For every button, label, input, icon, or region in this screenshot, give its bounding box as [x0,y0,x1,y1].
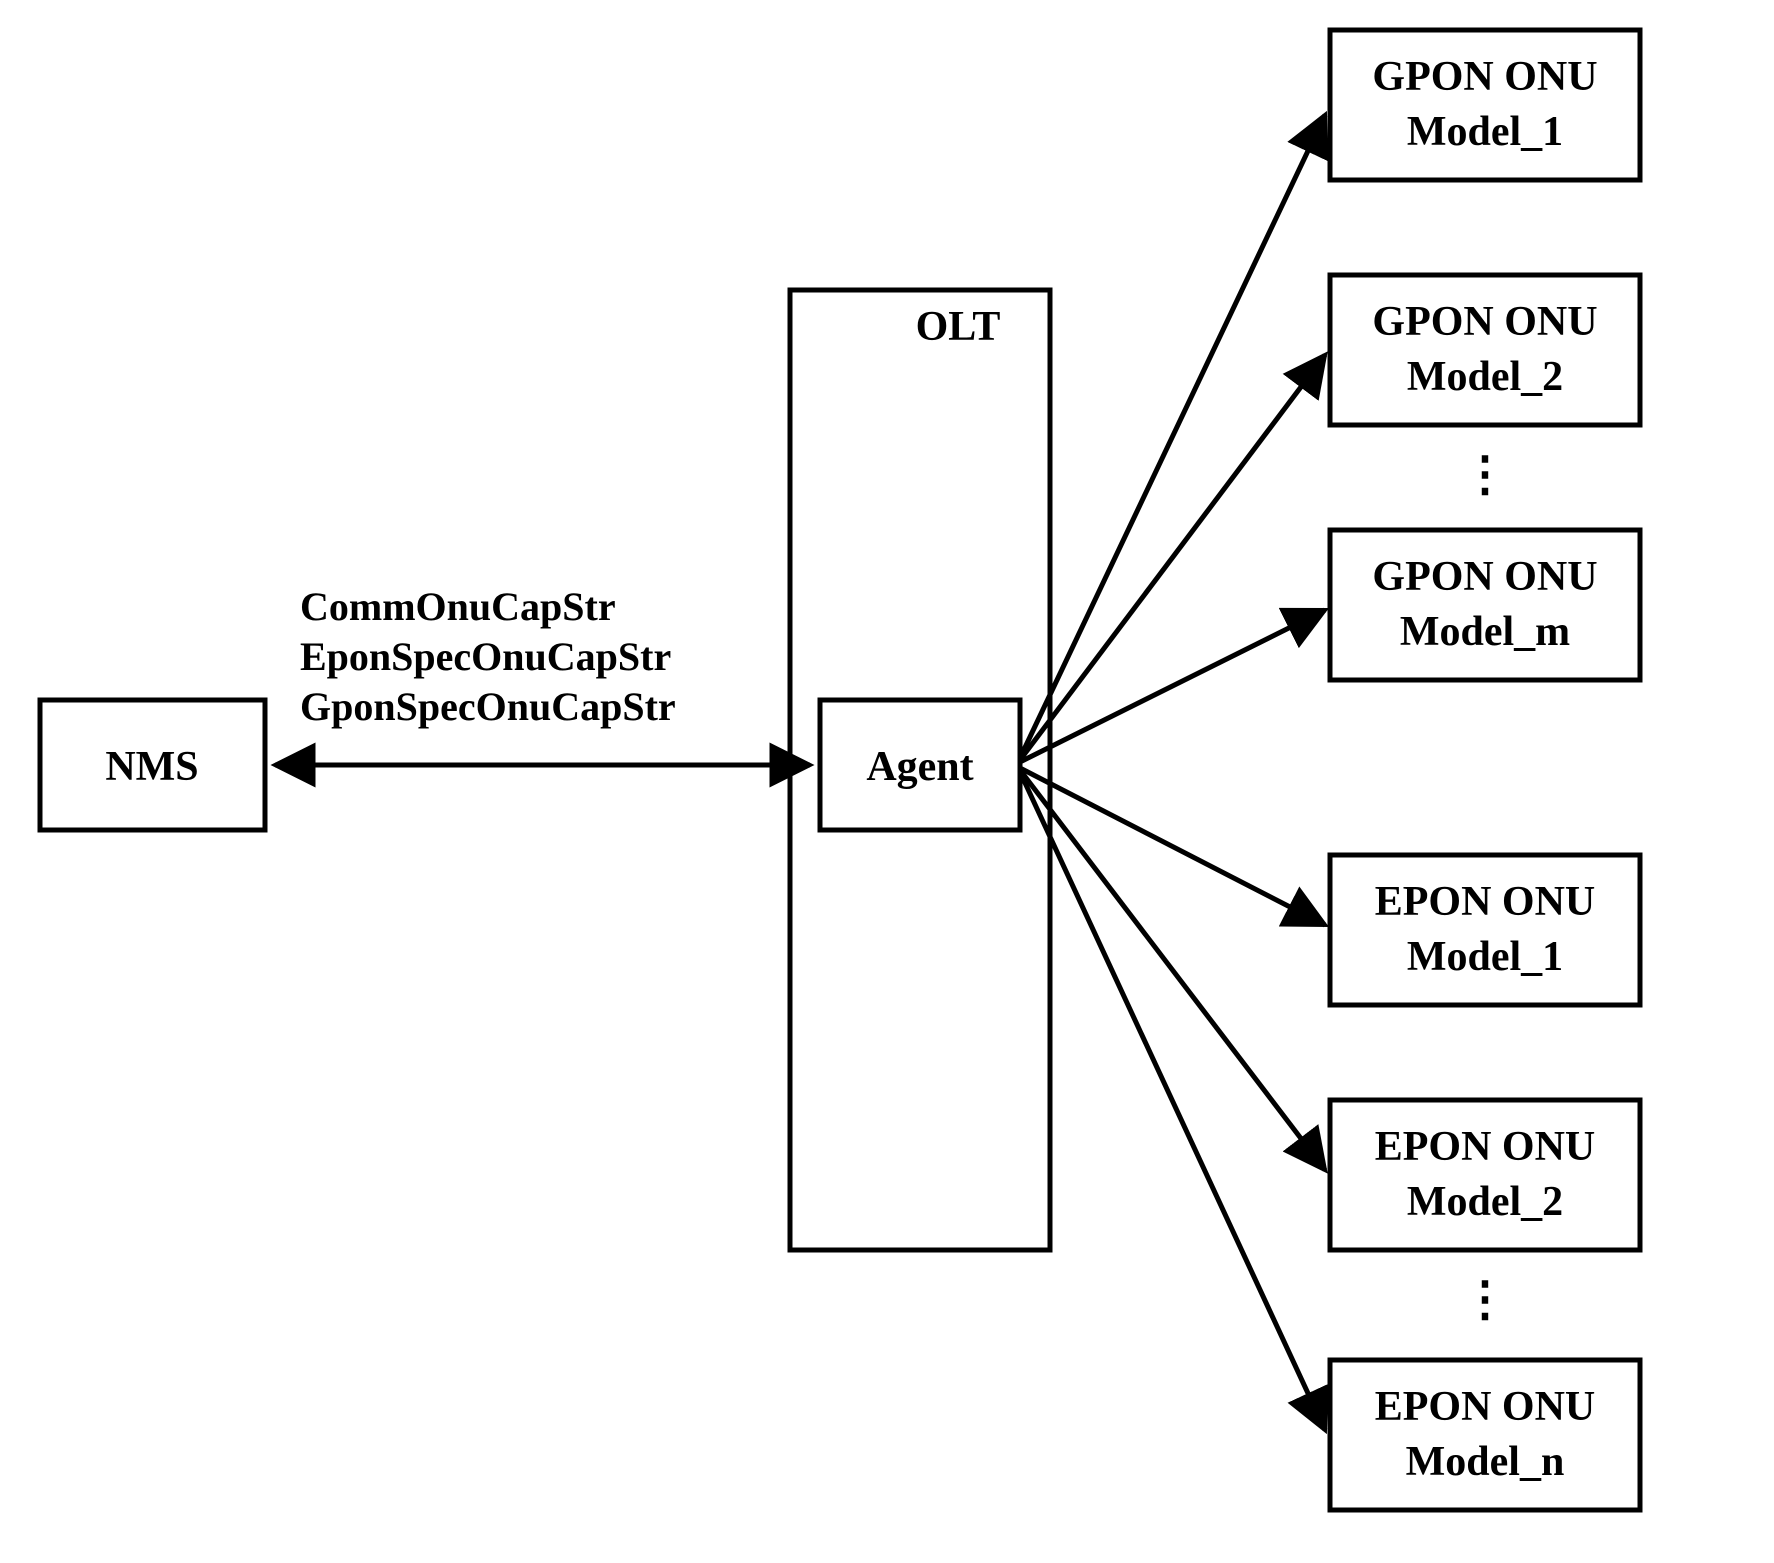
edge-label-2: EponSpecOnuCapStr [300,634,671,679]
onu-epon-n: EPON ONU Model_n [1330,1360,1640,1510]
onu-gpon-m-line1: GPON ONU [1372,554,1597,600]
edge-agent-gpon2 [1020,355,1325,760]
onu-epon-n-line2: Model_n [1406,1439,1565,1485]
onu-gpon-2-line2: Model_2 [1407,354,1563,400]
onu-epon-1-line2: Model_1 [1407,934,1563,980]
ellipsis-gpon: ⋮ [1461,448,1509,501]
edge-agent-eponn [1020,772,1325,1430]
edge-label-3: GponSpecOnuCapStr [300,684,676,729]
onu-gpon-1-line1: GPON ONU [1372,54,1597,100]
onu-gpon-m: GPON ONU Model_m [1330,530,1640,680]
onu-epon-1: EPON ONU Model_1 [1330,855,1640,1005]
onu-epon-1-line1: EPON ONU [1375,879,1596,925]
onu-epon-2: EPON ONU Model_2 [1330,1100,1640,1250]
diagram-canvas: NMS OLT Agent CommOnuCapStr EponSpecOnuC… [0,0,1774,1563]
edge-agent-epon1 [1020,768,1325,925]
nms-box: NMS [40,700,265,830]
edge-agent-epon2 [1020,770,1325,1170]
onu-gpon-2: GPON ONU Model_2 [1330,275,1640,425]
ellipsis-epon: ⋮ [1461,1273,1509,1326]
onu-gpon-1: GPON ONU Model_1 [1330,30,1640,180]
onu-gpon-1-line2: Model_1 [1407,109,1563,155]
edge-label-1: CommOnuCapStr [300,584,616,629]
edge-agent-gpon1 [1020,115,1325,758]
edge-agent-gponm [1020,610,1325,762]
olt-label: OLT [916,304,1001,350]
agent-box: Agent [820,700,1020,830]
onu-gpon-m-line2: Model_m [1400,609,1570,655]
agent-label: Agent [866,744,973,790]
onu-epon-2-line2: Model_2 [1407,1179,1563,1225]
onu-epon-2-line1: EPON ONU [1375,1124,1596,1170]
onu-epon-n-line1: EPON ONU [1375,1384,1596,1430]
nms-label: NMS [105,744,198,790]
onu-gpon-2-line1: GPON ONU [1372,299,1597,345]
